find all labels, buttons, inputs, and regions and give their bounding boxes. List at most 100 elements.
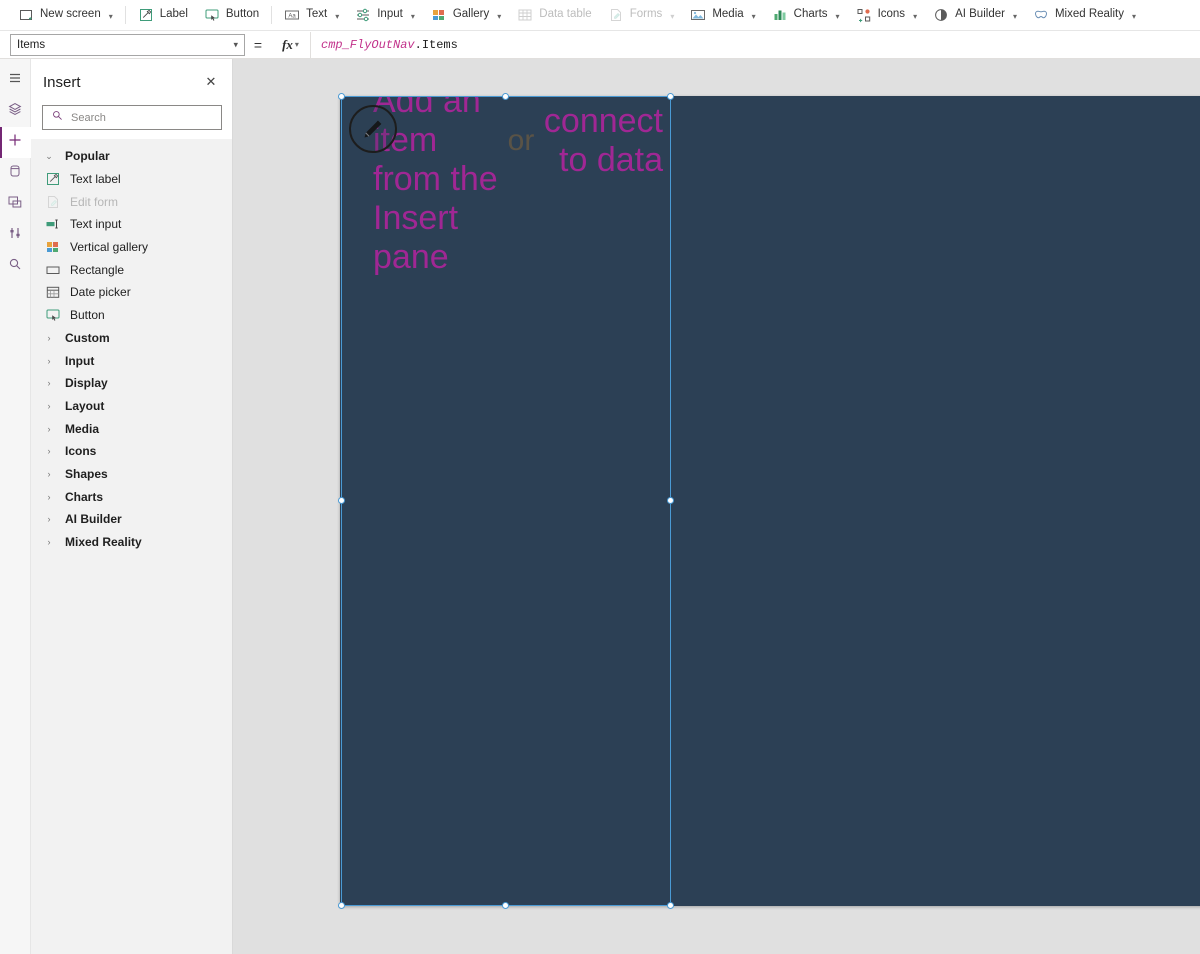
insert-item-text-input-text: Text input [70, 217, 121, 231]
rail-item-insert[interactable] [0, 127, 31, 158]
group-media[interactable]: › Media [31, 417, 232, 440]
insert-item-rectangle[interactable]: Rectangle [31, 258, 232, 281]
group-display[interactable]: › Display [31, 372, 232, 395]
close-icon[interactable]: ✕ [200, 71, 222, 93]
group-custom[interactable]: › Custom [31, 327, 232, 350]
text-input-icon [45, 216, 61, 232]
search-rail-icon [7, 256, 23, 277]
group-mixed-reality-label: Mixed Reality [65, 535, 142, 549]
rail-item-menu[interactable] [0, 65, 31, 96]
group-icons[interactable]: › Icons [31, 440, 232, 463]
page-title: Insert [43, 74, 200, 91]
group-charts[interactable]: › Charts [31, 485, 232, 508]
chevron-right-icon: › [42, 469, 56, 479]
fx-button[interactable]: fx ▾ [271, 32, 311, 58]
group-popular[interactable]: ⌄ Popular [31, 145, 232, 168]
insert-item-rectangle-text: Rectangle [70, 263, 124, 277]
text-icon: Aa [284, 7, 300, 23]
divider [271, 6, 272, 24]
group-layout[interactable]: › Layout [31, 395, 232, 418]
group-ai-builder[interactable]: › AI Builder [31, 508, 232, 531]
ai-builder-icon [933, 7, 949, 23]
insert-panel-list: ⌄ Popular Text label Edit form Text inpu… [31, 139, 232, 553]
group-display-label: Display [65, 376, 108, 390]
rail-item-media[interactable] [0, 189, 31, 220]
hamburger-menu-icon [7, 70, 23, 91]
insert-item-edit-form-text: Edit form [70, 195, 118, 209]
insert-item-button[interactable]: Button [31, 304, 232, 327]
label-icon [138, 7, 154, 23]
group-ai-builder-label: AI Builder [65, 512, 122, 526]
group-icons-label: Icons [65, 444, 96, 458]
rail-item-variables[interactable] [0, 220, 31, 251]
forms-icon [608, 7, 624, 23]
chevron-right-icon: › [42, 378, 56, 388]
group-charts-label: Charts [65, 490, 103, 504]
cmd-new-screen[interactable]: New screen ▾ [10, 3, 121, 28]
mixed-reality-icon [1033, 7, 1049, 23]
cmd-button[interactable]: Button [196, 3, 267, 28]
group-shapes[interactable]: › Shapes [31, 463, 232, 486]
search-icon [51, 109, 64, 127]
cmd-input-label: Input [377, 9, 403, 21]
insert-item-date-picker[interactable]: Date picker [31, 281, 232, 304]
rail-item-search[interactable] [0, 251, 31, 282]
cmd-icons-label: Icons [878, 9, 906, 21]
search-input[interactable]: Search [42, 105, 222, 130]
chevron-right-icon: › [42, 446, 56, 456]
group-input-label: Input [65, 354, 94, 368]
group-shapes-label: Shapes [65, 467, 108, 481]
chevron-down-icon: ▾ [1013, 12, 1017, 21]
rail-item-tree-view[interactable] [0, 96, 31, 127]
chevron-right-icon: › [42, 514, 56, 524]
cmd-input[interactable]: Input ▾ [347, 3, 423, 28]
chevron-down-icon: ▾ [233, 39, 238, 50]
cmd-icons[interactable]: Icons ▾ [848, 3, 926, 28]
input-icon [355, 7, 371, 23]
gallery-control[interactable]: Add an item from the Insert pane or conn… [341, 96, 671, 906]
media-library-icon [7, 194, 23, 215]
formula-identifier: cmp_FlyOutNav [321, 38, 415, 52]
cmd-text-label: Text [306, 9, 327, 21]
canvas-area[interactable]: Add an item from the Insert pane or conn… [233, 59, 1200, 954]
placeholder-line-2: Insert pane [373, 199, 499, 277]
pencil-edit-icon[interactable] [349, 105, 397, 153]
cmd-gallery[interactable]: Gallery ▾ [423, 3, 509, 28]
cmd-label-label: Label [160, 9, 188, 21]
chevron-down-icon: ▾ [836, 12, 840, 21]
property-dropdown-value: Items [17, 39, 45, 51]
cmd-forms-label: Forms [630, 9, 663, 21]
chevron-right-icon: › [42, 401, 56, 411]
chevron-right-icon: › [42, 333, 56, 343]
charts-icon [772, 7, 788, 23]
property-dropdown[interactable]: Items ▾ [10, 34, 245, 56]
cmd-data-table-label: Data table [539, 9, 591, 21]
insert-item-edit-form: Edit form [31, 190, 232, 213]
chevron-down-icon: ▾ [752, 12, 756, 21]
insert-panel: Insert ✕ Search ⌄ Popular Text label Edi [31, 59, 233, 954]
chevron-down-icon: ▾ [670, 12, 674, 21]
formula-input[interactable]: cmp_FlyOutNav.Items [311, 32, 1200, 58]
cmd-label[interactable]: Label [130, 3, 196, 28]
chevron-down-icon: ⌄ [42, 151, 56, 162]
cmd-charts[interactable]: Charts ▾ [764, 3, 848, 28]
chevron-down-icon: ▾ [497, 12, 501, 21]
plus-insert-icon [7, 132, 23, 153]
rail-item-data[interactable] [0, 158, 31, 189]
insert-item-text-label[interactable]: Text label [31, 168, 232, 191]
button-icon [45, 307, 61, 323]
placeholder-right-text: connect to data [543, 96, 663, 180]
cmd-ai-builder[interactable]: AI Builder ▾ [925, 3, 1025, 28]
command-bar: New screen ▾ Label Button Aa Text ▾ Inpu… [0, 0, 1200, 31]
cmd-mixed-reality[interactable]: Mixed Reality ▾ [1025, 3, 1144, 28]
group-mixed-reality[interactable]: › Mixed Reality [31, 531, 232, 554]
chevron-right-icon: › [42, 537, 56, 547]
placeholder-line-1: Add an item from the [373, 96, 499, 199]
cmd-media[interactable]: Media ▾ [682, 3, 763, 28]
insert-item-text-input[interactable]: Text input [31, 213, 232, 236]
group-input[interactable]: › Input [31, 349, 232, 372]
cmd-text[interactable]: Aa Text ▾ [276, 3, 347, 28]
cmd-ai-builder-label: AI Builder [955, 9, 1005, 21]
insert-item-vertical-gallery[interactable]: Vertical gallery [31, 236, 232, 259]
equals-sign: = [245, 37, 271, 53]
